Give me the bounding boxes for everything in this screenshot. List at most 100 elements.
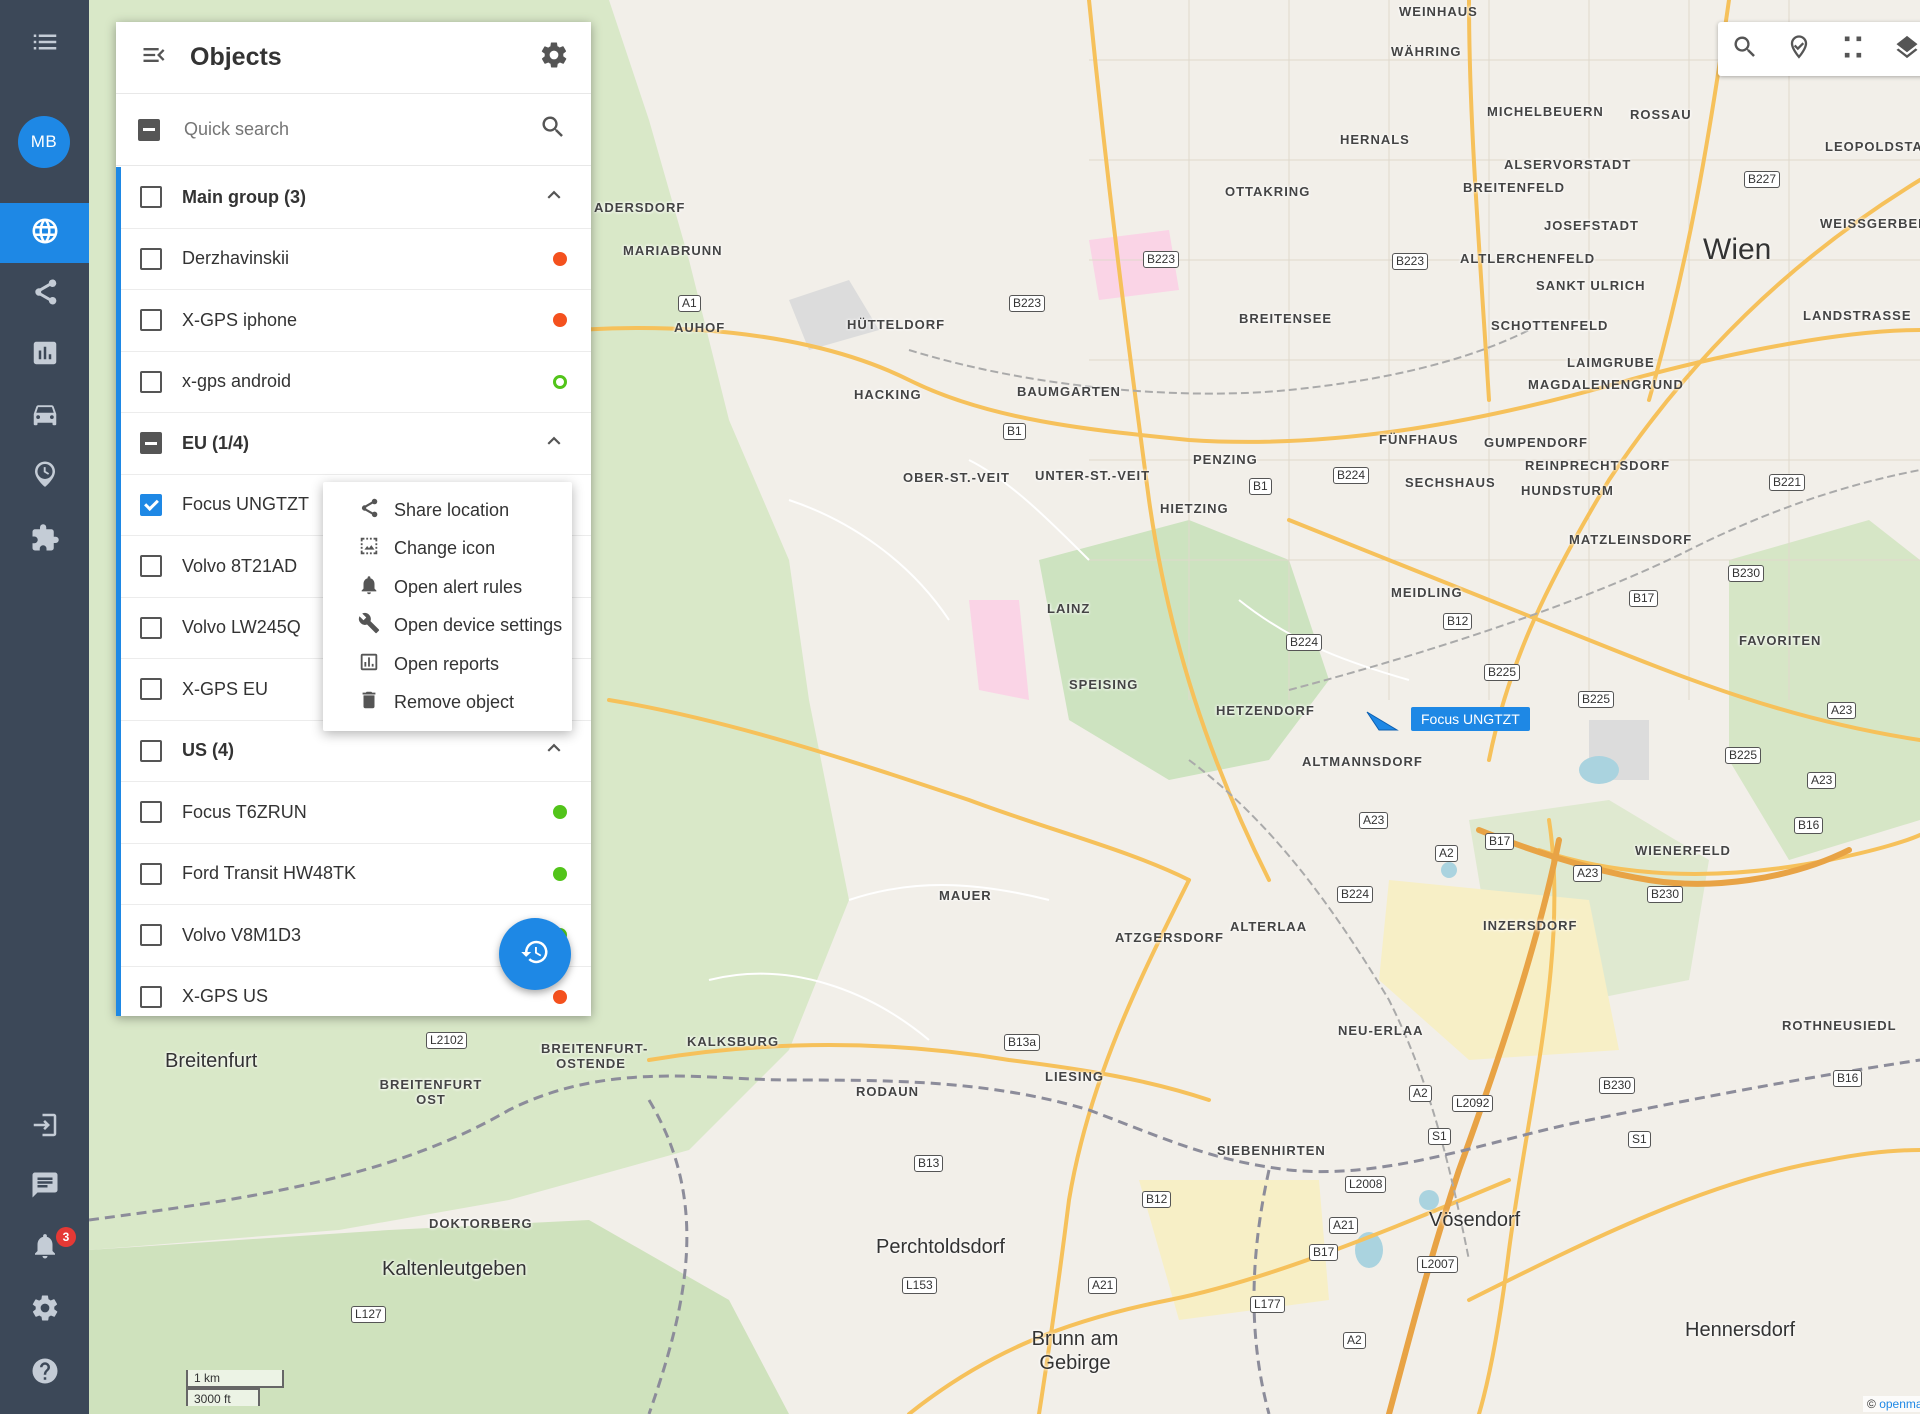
object-checkbox[interactable] [140,309,162,332]
menu-item-label: Share location [394,499,510,520]
map-label-breitenfurt-ost: BREITENFURT OST [379,1077,483,1107]
object-checkbox[interactable] [140,616,162,639]
object-checkbox[interactable] [140,370,162,393]
nav-map[interactable] [0,203,89,263]
road-shield: A1 [678,295,701,312]
menu-item-change-icon[interactable]: Change icon [323,530,572,569]
map-label-neu-erlaa: NEU-ERLAA [1338,1023,1424,1038]
map-label-kalksburg: KALKSBURG [687,1034,780,1049]
road-shield: B16 [1833,1070,1863,1087]
map-label-josefstadt: JOSEFSTADT [1544,218,1639,233]
group-checkbox[interactable] [140,739,162,762]
map-label-speising: SPEISING [1069,677,1139,692]
object-label: x-gps android [182,371,292,392]
map-search-button[interactable] [1718,22,1772,76]
object-checkbox[interactable] [140,678,162,701]
object-checkbox[interactable] [140,985,162,1008]
nav-apps[interactable] [0,510,89,570]
group-row-main[interactable]: Main group (3) [121,167,591,229]
map-label-magdalenengrund: MAGDALENENGRUND [1528,377,1684,392]
group-checkbox[interactable] [140,432,162,455]
menu-item-open-alert-rules[interactable]: Open alert rules [323,568,572,607]
map-label-inzersdorf: INZERSDORF [1483,918,1578,933]
object-row[interactable]: Ford Transit HW48TK [121,844,591,905]
nav-share[interactable] [0,264,89,324]
object-row[interactable]: X-GPS iphone [121,290,591,352]
map-label-atzgersdorf: ATZGERSDORF [1115,930,1224,945]
menu-item-share-location[interactable]: Share location [323,491,572,530]
group-checkbox[interactable] [140,186,162,209]
map-label-ober-st-veit: OBER-ST.-VEIT [903,470,1010,485]
clock-location-icon [30,459,60,494]
road-shield: A23 [1359,812,1389,829]
nav-vehicles[interactable] [0,386,89,446]
history-fab-button[interactable] [499,918,571,990]
map-label-gumpendorf: GUMPENDORF [1484,435,1588,450]
nav-logout[interactable] [0,1097,89,1157]
object-checkbox[interactable] [140,493,162,516]
collapse-group-button[interactable] [541,735,567,766]
search-button[interactable] [539,113,567,146]
nav-reports[interactable] [0,325,89,385]
reports-icon [30,338,60,373]
map-label-breitenfurt-ostende: BREITENFURT-OSTENDE [541,1041,649,1071]
openmaptiles-link[interactable]: openmaptiles [1879,1397,1920,1411]
nav-help[interactable] [0,1343,89,1403]
avatar[interactable]: MB [18,116,70,168]
map-label-mariabrunn: MARIABRUNN [623,243,723,258]
road-shield: A21 [1088,1277,1118,1294]
map-label-weissgerber: WEISSGERBER [1820,216,1920,231]
road-shield: L2007 [1417,1256,1459,1273]
object-checkbox[interactable] [140,555,162,578]
quick-search-input[interactable] [184,119,539,140]
map-label-reinprechtsdorf: REINPRECHTSDORF [1525,458,1671,473]
map-label-kaltenleutgeben: Kaltenleutgeben [382,1258,527,1280]
status-dot [553,251,567,266]
collapse-group-button[interactable] [541,428,567,459]
select-all-checkbox[interactable] [138,118,160,141]
road-shield: B13 [914,1155,944,1172]
history-icon [520,937,550,972]
road-shield: B224 [1286,634,1323,651]
object-label: Volvo V8M1D3 [182,924,302,945]
menu-item-open-device-settings[interactable]: Open device settings [323,607,572,646]
map-label-adersdorf: ADERSDORF [594,200,686,215]
map-label-rothneusiedl: ROTHNEUSIEDL [1782,1018,1897,1033]
menu-item-label: Open reports [394,653,500,674]
object-checkbox[interactable] [140,862,162,885]
collapse-menu-button[interactable] [0,14,89,74]
map-label-wienerfeld: WIENERFELD [1635,843,1731,858]
map-label-breitenfeld: BREITENFELD [1463,180,1565,195]
vehicle-marker-icon[interactable] [1365,708,1399,734]
map-label-sechshaus: SECHSHAUS [1405,475,1496,490]
panel-title: Objects [190,43,282,71]
road-shield: L177 [1250,1296,1285,1313]
status-dot [553,374,567,389]
geofence-button[interactable] [1772,22,1826,76]
nav-settings[interactable] [0,1280,89,1340]
object-checkbox[interactable] [140,924,162,947]
object-row[interactable]: x-gps android [121,352,591,413]
nav-notifications[interactable] [0,1218,89,1278]
road-shield: A21 [1329,1217,1359,1234]
polygon-button[interactable] [1826,22,1880,76]
collapse-group-button[interactable] [541,182,567,213]
object-checkbox[interactable] [140,247,162,270]
status-dot [553,866,567,881]
object-checkbox[interactable] [140,801,162,824]
vehicle-label[interactable]: Focus UNGTZT [1411,707,1530,731]
panel-settings-button[interactable] [539,40,569,75]
menu-item-open-reports[interactable]: Open reports [323,645,572,684]
map-label-meidling: MEIDLING [1391,585,1463,600]
road-shield: B225 [1725,747,1762,764]
collapse-panel-button[interactable] [140,41,168,74]
group-row-eu[interactable]: EU (1/4) [121,413,591,475]
road-shield: B1 [1003,423,1026,440]
object-row[interactable]: Derzhavinskii [121,229,591,290]
nav-history[interactable] [0,446,89,506]
road-shield: B17 [1485,833,1515,850]
layers-button[interactable] [1880,22,1920,76]
object-row[interactable]: Focus T6ZRUN [121,782,591,844]
nav-messages[interactable] [0,1157,89,1217]
menu-item-remove-object[interactable]: Remove object [323,684,572,723]
